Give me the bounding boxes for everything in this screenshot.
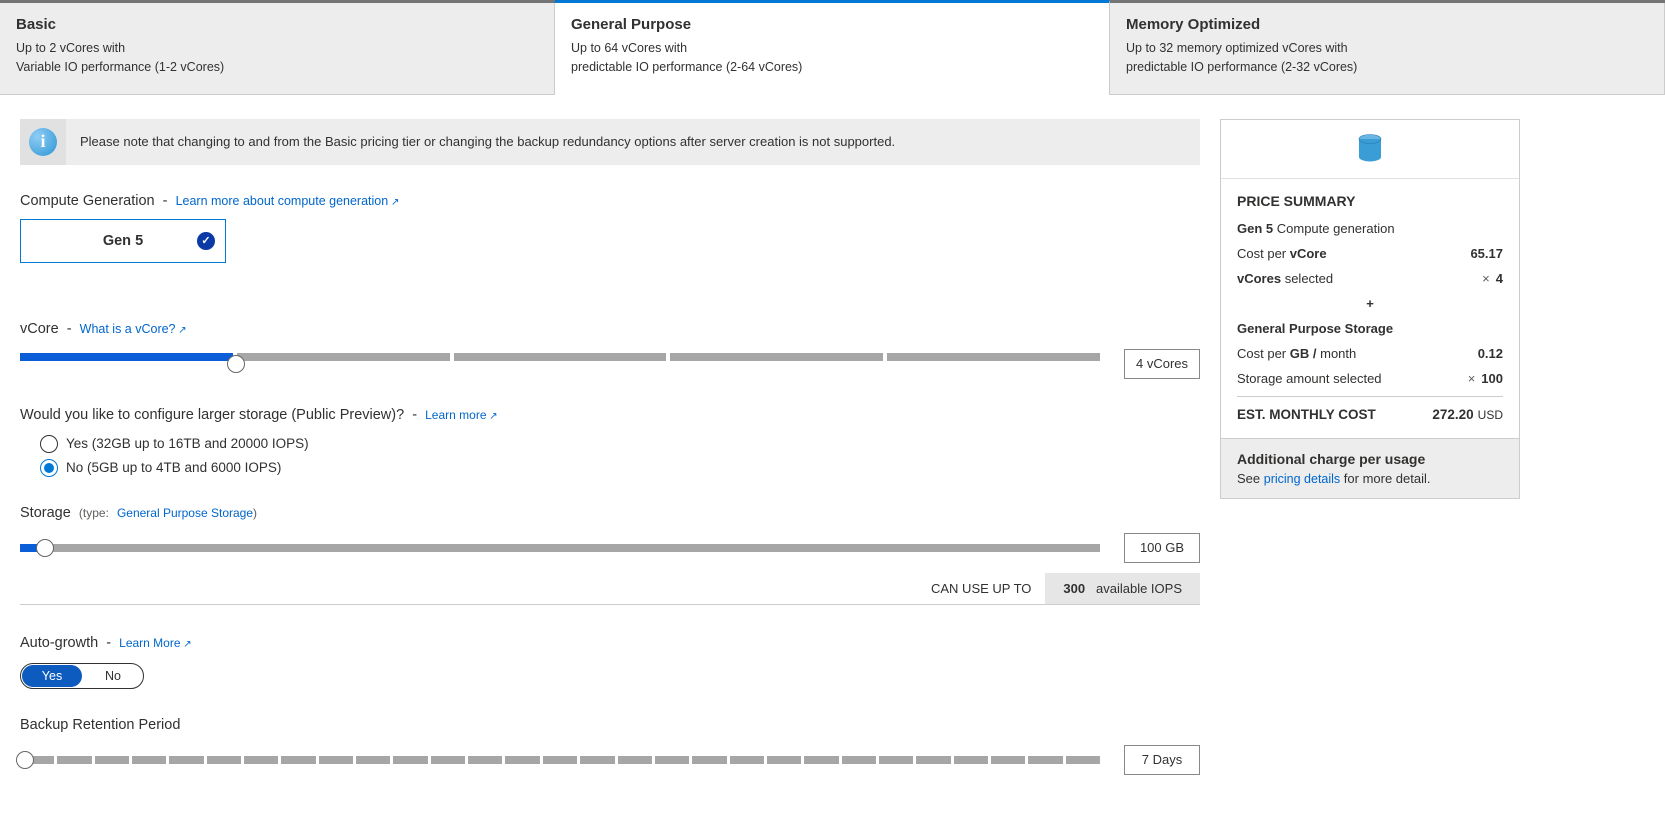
tier-tab-general-purpose[interactable]: General Purpose Up to 64 vCores with pre… — [555, 0, 1110, 95]
vcore-label: vCore - What is a vCore? — [20, 321, 1200, 337]
backup-retention-slider[interactable] — [20, 749, 1100, 771]
tier-line: Up to 64 vCores with — [571, 39, 1093, 58]
tier-line: predictable IO performance (2-32 vCores) — [1126, 58, 1648, 77]
compute-generation-value: Gen 5 — [103, 233, 143, 249]
auto-growth-section: Auto-growth - Learn More Yes No — [20, 635, 1200, 689]
tier-title: Memory Optimized — [1126, 16, 1648, 33]
tier-tab-basic[interactable]: Basic Up to 2 vCores with Variable IO pe… — [0, 3, 555, 95]
compute-generation-label: Compute Generation - Learn more about co… — [20, 193, 1200, 209]
toggle-no[interactable]: No — [83, 664, 143, 688]
storage-type-link[interactable]: General Purpose Storage — [117, 506, 253, 520]
auto-growth-toggle[interactable]: Yes No — [20, 663, 144, 689]
tier-line: Variable IO performance (1-2 vCores) — [16, 58, 538, 77]
vcore-section: vCore - What is a vCore? 4 vCores — [20, 321, 1200, 379]
tier-line: predictable IO performance (2-64 vCores) — [571, 58, 1093, 77]
toggle-yes[interactable]: Yes — [22, 665, 82, 687]
plus-icon: + — [1237, 296, 1503, 311]
checkmark-icon: ✓ — [197, 232, 215, 250]
tier-title: General Purpose — [571, 16, 1093, 33]
storage-slider[interactable] — [20, 537, 1100, 559]
compute-generation-learn-more-link[interactable]: Learn more about compute generation — [176, 194, 400, 208]
label-text: Auto-growth — [20, 635, 98, 651]
tier-line: Up to 2 vCores with — [16, 39, 538, 58]
tier-tab-memory-optimized[interactable]: Memory Optimized Up to 32 memory optimiz… — [1110, 3, 1665, 95]
larger-storage-label: Would you like to configure larger stora… — [20, 407, 1200, 423]
slider-thumb[interactable] — [36, 539, 54, 557]
price-summary-title: PRICE SUMMARY — [1237, 193, 1503, 209]
auto-growth-learn-more-link[interactable]: Learn More — [119, 636, 192, 650]
storage-label: Storage (type: General Purpose Storage) — [20, 505, 1200, 521]
radio-icon — [40, 435, 58, 453]
larger-storage-yes-radio[interactable]: Yes (32GB up to 16TB and 20000 IOPS) — [40, 435, 1200, 453]
price-footer-detail: See pricing details for more detail. — [1237, 471, 1503, 486]
iops-prefix: CAN USE UP TO — [917, 573, 1045, 604]
radio-icon — [40, 459, 58, 477]
larger-storage-no-radio[interactable]: No (5GB up to 4TB and 6000 IOPS) — [40, 459, 1200, 477]
label-text: Compute Generation — [20, 193, 155, 209]
pricing-details-link[interactable]: pricing details — [1264, 472, 1340, 486]
compute-generation-option[interactable]: Gen 5 ✓ — [20, 219, 226, 263]
label-text: vCore — [20, 321, 59, 337]
backup-retention-value: 7 Days — [1124, 745, 1200, 775]
price-line-generation: Gen 5 Compute generation — [1237, 221, 1503, 236]
price-line-storage-amount: Storage amount selected ×100 — [1237, 371, 1503, 386]
database-icon — [1221, 120, 1519, 179]
larger-storage-section: Would you like to configure larger stora… — [20, 407, 1200, 477]
price-est-monthly: EST. MONTHLY COST 272.20USD — [1237, 407, 1503, 422]
auto-growth-label: Auto-growth - Learn More — [20, 635, 1200, 651]
storage-value: 100 GB — [1124, 533, 1200, 563]
iops-value: 300 — [1063, 581, 1085, 596]
info-icon: i — [20, 119, 66, 165]
slider-thumb[interactable] — [16, 751, 34, 769]
label-text: Storage — [20, 505, 71, 521]
pricing-tier-tabs: Basic Up to 2 vCores with Variable IO pe… — [0, 0, 1665, 95]
slider-thumb[interactable] — [227, 355, 245, 373]
info-notice-text: Please note that changing to and from th… — [66, 134, 909, 149]
type-prefix: (type: — [79, 506, 109, 520]
larger-storage-learn-more-link[interactable]: Learn more — [425, 408, 498, 422]
info-notice: i Please note that changing to and from … — [20, 119, 1200, 165]
storage-section: Storage (type: General Purpose Storage) … — [20, 505, 1200, 563]
price-line-storage-section: General Purpose Storage — [1237, 321, 1503, 336]
radio-label: No (5GB up to 4TB and 6000 IOPS) — [66, 460, 281, 475]
vcore-slider[interactable] — [20, 353, 1100, 375]
label-text: Would you like to configure larger stora… — [20, 407, 404, 423]
iops-suffix: available IOPS — [1096, 581, 1182, 596]
price-line-cost-per-gb: Cost per GB / month 0.12 — [1237, 346, 1503, 361]
price-footer: Additional charge per usage See pricing … — [1221, 438, 1519, 498]
tier-line: Up to 32 memory optimized vCores with — [1126, 39, 1648, 58]
price-line-vcores-selected: vCores selected ×4 — [1237, 271, 1503, 286]
radio-label: Yes (32GB up to 16TB and 20000 IOPS) — [66, 436, 309, 451]
price-footer-title: Additional charge per usage — [1237, 451, 1503, 467]
tier-title: Basic — [16, 16, 538, 33]
compute-generation-section: Compute Generation - Learn more about co… — [20, 193, 1200, 293]
price-summary-card: PRICE SUMMARY Gen 5 Compute generation C… — [1220, 119, 1520, 499]
iops-summary: CAN USE UP TO 300 available IOPS — [20, 573, 1200, 605]
vcore-value: 4 vCores — [1124, 349, 1200, 379]
price-line-cost-per-vcore: Cost per vCore 65.17 — [1237, 246, 1503, 261]
vcore-what-is-link[interactable]: What is a vCore? — [80, 322, 187, 336]
type-suffix: ) — [253, 506, 257, 520]
backup-retention-label: Backup Retention Period — [20, 717, 1200, 733]
iops-value-box: 300 available IOPS — [1045, 573, 1200, 604]
